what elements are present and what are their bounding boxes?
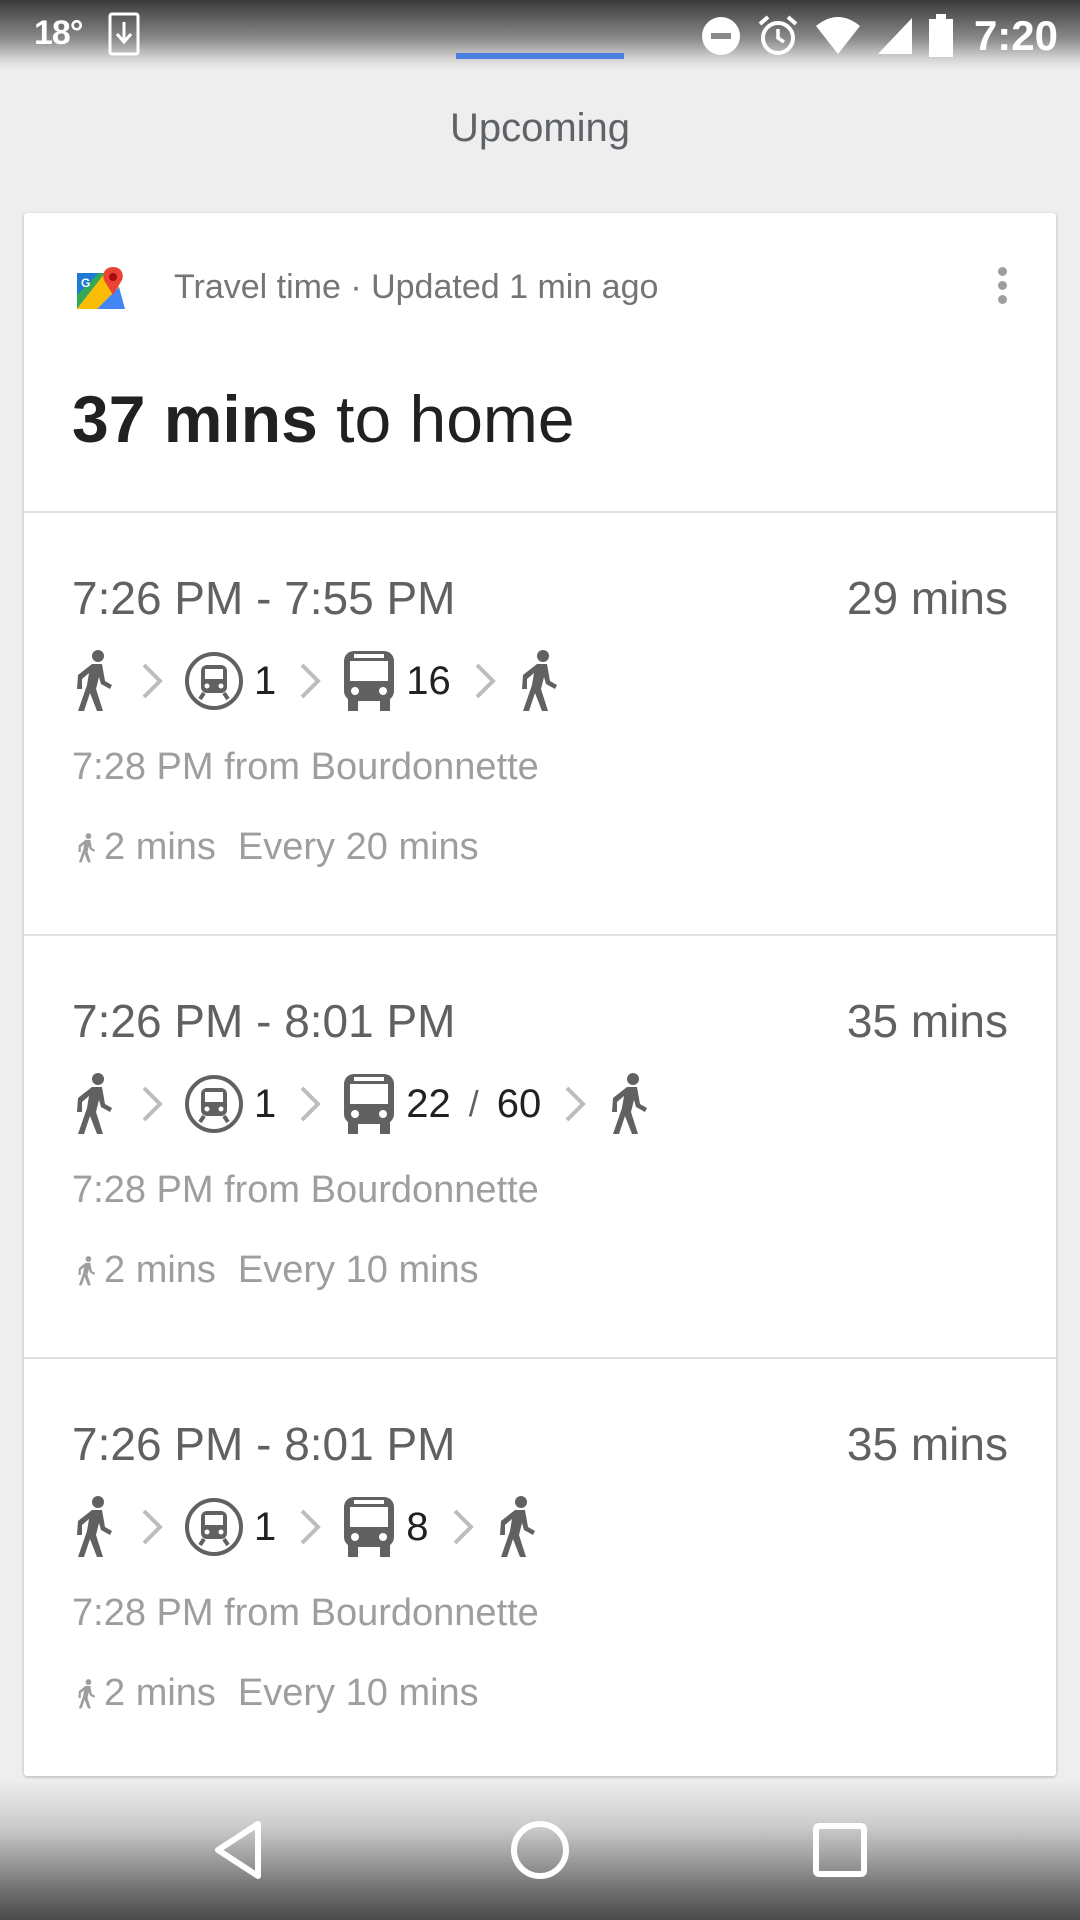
chevron-right-icon [142, 663, 163, 699]
chevron-right-icon [300, 1086, 322, 1122]
route-option[interactable]: 7:26 PM - 8:01 PM 35 mins 1 8 7:28 PM fr… [24, 1359, 1056, 1780]
travel-headline: 37 mins to home [72, 381, 575, 457]
walk-icon [78, 1255, 96, 1285]
clock: 7:20 [973, 12, 1058, 59]
route-times: 7:26 PM - 7:55 PM [72, 572, 456, 624]
card-header: G Travel time · Updated 1 min ago 37 min… [24, 213, 1056, 513]
back-icon[interactable] [200, 1810, 280, 1890]
wifi-icon [815, 17, 860, 54]
frequency: Every 10 mins [237, 1672, 479, 1714]
card-meta: Travel time · Updated 1 min ago [174, 268, 659, 306]
route-steps: 1 8 [72, 1491, 541, 1563]
chevron-right-icon [453, 1509, 474, 1545]
tab-indicator [456, 53, 624, 59]
metro-line-number: 1 [254, 658, 277, 703]
route-duration: 29 mins [846, 572, 1008, 624]
chevron-right-icon [475, 663, 496, 699]
bus-line-number: 60 [496, 1081, 542, 1126]
departure-info: 7:28 PM from Bourdonnette [72, 746, 539, 788]
walk-icon [78, 832, 96, 862]
walk-icon [77, 650, 112, 711]
bus-line-number: 16 [406, 658, 451, 703]
download-icon [108, 12, 140, 56]
google-maps-icon: G [77, 267, 125, 309]
route-option[interactable]: 7:26 PM - 7:55 PM 29 mins 1 16 7:28 PM f… [24, 513, 1056, 936]
walk-icon [612, 1073, 648, 1134]
walk-icon [499, 1496, 535, 1557]
bus-icon [344, 651, 395, 711]
walk-icon [77, 1496, 112, 1557]
metro-line-number: 1 [254, 1504, 277, 1549]
chevron-right-icon [300, 1509, 322, 1545]
status-bar: 18° 7:20 [0, 0, 1080, 70]
signal-icon [877, 18, 912, 54]
route-duration: 35 mins [846, 1418, 1008, 1470]
chevron-right-icon [142, 1509, 163, 1545]
chevron-right-icon [565, 1086, 587, 1122]
alarm-icon [758, 15, 798, 55]
bus-line-separator: / [468, 1083, 479, 1124]
navigation-bar [0, 1780, 1080, 1920]
route-steps: 1 22 / 60 [72, 1068, 653, 1140]
walk-duration: 2 mins [104, 1249, 216, 1291]
bus-line-number: 8 [406, 1504, 429, 1549]
route-steps: 1 16 [72, 645, 563, 717]
chevron-right-icon [142, 1086, 163, 1122]
departure-info: 7:28 PM from Bourdonnette [72, 1169, 539, 1211]
bus-icon [344, 1497, 395, 1557]
walk-icon [77, 1073, 112, 1134]
route-duration: 35 mins [846, 995, 1008, 1047]
walk-duration: 2 mins [104, 826, 216, 868]
svg-text:G: G [81, 276, 90, 290]
walk-duration: 2 mins [104, 1672, 216, 1714]
frequency: Every 20 mins [237, 826, 479, 868]
recents-icon[interactable] [800, 1810, 880, 1890]
departure-info: 7:28 PM from Bourdonnette [72, 1592, 539, 1634]
route-times: 7:26 PM - 8:01 PM [72, 995, 456, 1047]
metro-icon [185, 652, 243, 710]
section-title: Upcoming [449, 106, 631, 150]
travel-destination: to home [317, 382, 575, 456]
travel-duration: 37 mins [72, 382, 318, 456]
home-icon[interactable] [500, 1810, 580, 1890]
walk-info: 2 mins Every 10 mins [76, 1672, 479, 1715]
status-icons: 7:20 [700, 8, 1058, 64]
bus-icon [344, 1074, 395, 1134]
metro-icon [185, 1075, 243, 1133]
walk-info: 2 mins Every 10 mins [76, 1249, 479, 1292]
overflow-menu-icon[interactable] [996, 267, 1008, 309]
metro-line-number: 1 [254, 1081, 277, 1126]
temperature-indicator: 18° [34, 14, 83, 52]
frequency: Every 10 mins [237, 1249, 479, 1291]
battery-icon [928, 14, 953, 57]
dnd-icon [701, 17, 740, 55]
walk-icon [521, 650, 557, 711]
travel-time-card[interactable]: G Travel time · Updated 1 min ago 37 min… [24, 213, 1056, 1776]
chevron-right-icon [300, 663, 322, 699]
metro-icon [185, 1498, 243, 1556]
walk-icon [78, 1678, 96, 1708]
route-times: 7:26 PM - 8:01 PM [72, 1418, 456, 1470]
route-option[interactable]: 7:26 PM - 8:01 PM 35 mins 1 22 / 60 7:28… [24, 936, 1056, 1359]
bus-line-number: 22 [406, 1081, 451, 1126]
walk-info: 2 mins Every 20 mins [76, 826, 479, 869]
